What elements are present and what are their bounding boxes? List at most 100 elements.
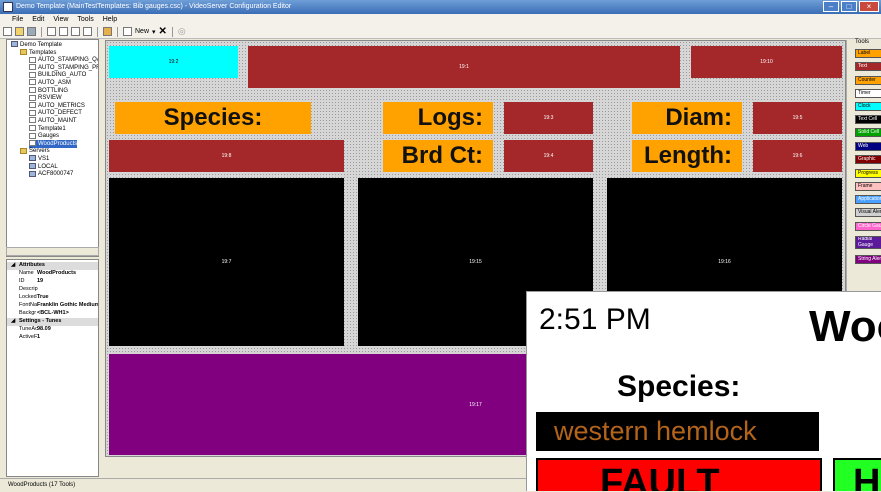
tree-item-label: AUTO_METRICS [38,102,85,109]
tool-web[interactable]: Web [855,142,881,151]
paste-icon[interactable] [83,27,92,36]
length-label[interactable]: Length: [632,140,742,172]
menu-view[interactable]: View [53,14,68,25]
canvas-widget[interactable]: 19:10 [691,46,842,78]
canvas-widget[interactable]: 19:4 [504,140,593,172]
property-value[interactable]: Franklin Gothic Medium [37,302,98,310]
property-row[interactable]: ActiveF 1 [7,334,98,342]
pc-icon [11,41,18,48]
property-row[interactable]: Backgr <BCL-WH1> [7,310,98,318]
new-dropdown-button[interactable]: New [135,28,149,35]
widget-id-label: 19:17 [469,401,482,408]
property-value[interactable]: 1 [37,334,40,342]
toolbar-separator [97,26,98,37]
window-title-bar[interactable]: Demo Template (MainTestTemplates: Bib ga… [0,0,881,14]
tool-text-cell[interactable]: Text Cell [855,115,881,124]
template-tree[interactable]: Demo Template Templates AUTO_STAMPING_QA AU… [6,39,99,257]
chevron-down-icon[interactable]: ▾ [152,28,156,36]
preview-status-cell: H [833,458,881,491]
maximize-button[interactable]: □ [841,1,857,12]
tool-application[interactable]: Application [855,195,881,204]
file-icon [29,56,36,63]
tool-graphic[interactable]: Graphic [855,155,881,164]
tool-visual-alert[interactable]: Visual Alert [855,208,881,217]
tree-item-label: Gauges [38,133,60,140]
toolbar-separator [117,26,118,37]
tool-text[interactable]: Text [855,62,881,71]
copy-icon[interactable] [71,27,80,36]
live-preview-window[interactable]: 2:51 PM Woo Species: western hemlock FAU… [526,291,881,491]
board-count-label[interactable]: Brd Ct: [383,140,493,172]
menu-help[interactable]: Help [103,14,117,25]
tree-item[interactable]: ACF8000747 [29,170,73,178]
delete-icon[interactable]: ✕ [159,26,167,37]
tool-timer[interactable]: Timer [855,89,881,98]
tool-radial-gauge[interactable]: Radial Gauge [855,236,881,249]
logs-label[interactable]: Logs: [383,102,493,134]
widget-id-label: 19:3 [543,115,554,121]
tree-item-label: AUTO_ASM [38,80,71,86]
toolbar: New ▾ ✕ ◎ [0,25,881,39]
tool-solid-cell[interactable]: Solid Cell [855,128,881,137]
property-value[interactable]: WoodProducts [37,270,76,278]
property-row[interactable]: Name WoodProducts [7,270,98,278]
open-folder-icon[interactable] [15,27,24,36]
refresh-icon[interactable]: ◎ [178,26,186,37]
app-icon [3,2,13,12]
canvas-widget[interactable]: 19:2 [109,46,238,78]
tool-circle-gauge[interactable]: Circle Gauge [855,222,881,231]
tool-progress[interactable]: Progress [855,169,881,178]
properties-grid[interactable]: ◢ Attributes Name WoodProducts ID 19 Descrip L… [6,259,99,477]
diam-label[interactable]: Diam: [632,102,742,134]
canvas-widget[interactable]: 19:3 [504,102,593,134]
property-key: ActiveF [19,334,38,340]
tool-clock[interactable]: Clock [855,102,881,111]
canvas-widget[interactable]: 19:6 [753,140,842,172]
widget-id-label: 19:4 [543,153,554,159]
tree-item-label: LOCAL [38,163,58,170]
collapse-icon[interactable]: ◢ [11,318,15,326]
file-icon [29,87,36,94]
species-label[interactable]: Species: [115,102,311,134]
property-category[interactable]: ◢ Attributes [7,262,98,270]
canvas-widget[interactable]: 19:7 [109,178,344,346]
property-row[interactable]: Descrip [7,286,98,294]
tree-item-label: AUTO_MAINT [38,118,77,124]
file-icon [29,102,36,109]
property-value[interactable]: 19 [37,278,43,286]
tree-item-label: WoodProducts [38,140,78,147]
print-icon[interactable] [47,27,56,36]
tool-string-alert[interactable]: String Alert [855,255,881,264]
property-value[interactable]: True [37,294,49,302]
property-category-label: Settings - Tunes [19,318,62,324]
property-category[interactable]: ◢ Settings - Tunes [7,318,98,326]
new-dropdown-icon[interactable] [123,27,132,36]
tree-horizontal-scrollbar[interactable] [6,247,99,256]
lock-icon[interactable] [103,27,112,36]
property-row[interactable]: TuneAc 98.09 [7,326,98,334]
property-value[interactable]: <BCL-WH1> [37,310,69,318]
save-icon[interactable] [27,27,36,36]
tree-item-label: Demo Template [20,42,62,48]
menu-edit[interactable]: Edit [32,14,44,25]
property-row[interactable]: Locked True [7,294,98,302]
canvas-widget[interactable]: 19:8 [109,140,344,172]
menu-file[interactable]: File [12,14,23,25]
canvas-widget[interactable]: 19:1 [248,46,680,88]
collapse-icon[interactable]: ◢ [11,262,15,270]
tool-counter[interactable]: Counter [855,76,881,85]
cut-icon[interactable] [59,27,68,36]
widget-id-label: 19:2 [168,59,179,65]
tool-label[interactable]: Label [855,49,881,58]
tools-title: Tools [855,39,870,45]
property-row[interactable]: ID 19 [7,278,98,286]
canvas-widget[interactable]: 19:5 [753,102,842,134]
minimize-button[interactable]: – [823,1,839,12]
property-value[interactable]: 98.09 [37,326,51,334]
close-button[interactable]: × [859,1,879,12]
menu-tools[interactable]: Tools [77,14,93,25]
new-file-icon[interactable] [3,27,12,36]
tool-frame[interactable]: Frame [855,182,881,191]
tree-item-label: AUTO_DEFECT [38,110,82,117]
property-row[interactable]: FontNa Franklin Gothic Medium [7,302,98,310]
